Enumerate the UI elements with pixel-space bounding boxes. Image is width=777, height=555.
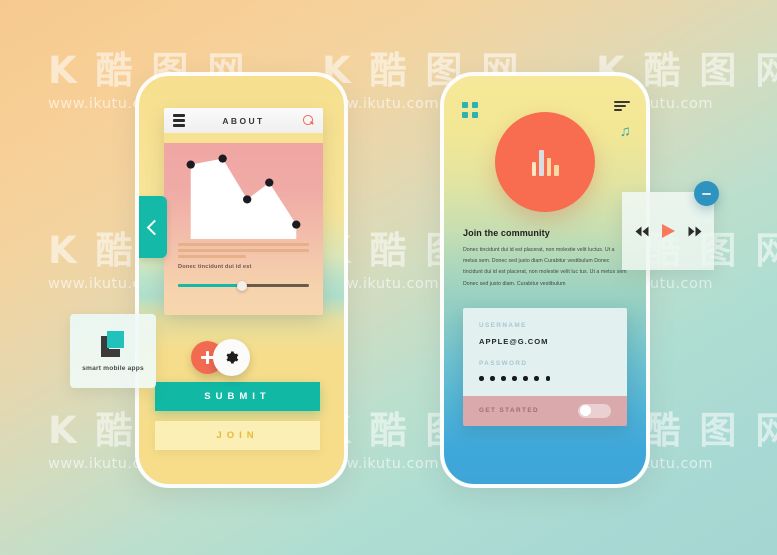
rewind-icon[interactable]: [635, 226, 649, 237]
fast-forward-icon[interactable]: [688, 226, 702, 237]
community-body: Donec tincidunt dui id est placerat, non…: [463, 247, 627, 287]
area-chart-points: [186, 154, 301, 229]
equalizer-icon: [531, 150, 559, 176]
progress-slider[interactable]: [178, 280, 309, 291]
get-started-label: GET STARTED: [479, 407, 540, 415]
phone-mockup-left: ABOUT Donec tincidunt dui id est SUBMIT …: [135, 72, 348, 488]
play-glyph: [661, 224, 675, 238]
card-caption: Donec tincidunt dui id est: [178, 263, 252, 270]
username-label: USERNAME: [479, 322, 527, 329]
side-drawer-tab[interactable]: [139, 196, 167, 258]
chevron-left-icon: [146, 219, 163, 235]
password-dot: [479, 376, 484, 381]
logo-mark-icon: [99, 330, 127, 357]
community-text-block: Join the community Donec tincidunt dui i…: [463, 228, 627, 290]
password-dot: [545, 376, 551, 381]
floating-action-row: [191, 339, 250, 376]
slider-knob[interactable]: [236, 280, 247, 291]
fast-forward-glyph: [688, 226, 701, 236]
hero-circle: [495, 112, 595, 212]
password-label: PASSWORD: [479, 360, 528, 367]
play-icon[interactable]: [661, 224, 675, 238]
brand-caption: smart mobile apps: [82, 364, 144, 372]
placeholder-text-lines: [178, 243, 309, 258]
slider-fill: [178, 284, 241, 288]
community-heading: Join the community: [463, 228, 550, 238]
area-chart: [176, 143, 311, 239]
plus-icon: [200, 350, 215, 365]
page-title: ABOUT: [222, 115, 265, 126]
password-input[interactable]: [479, 376, 611, 381]
get-started-toggle[interactable]: [578, 403, 611, 418]
phone-left-screen: ABOUT Donec tincidunt dui id est SUBMIT …: [139, 76, 344, 484]
toggle-knob: [579, 405, 591, 417]
minus-icon: [702, 192, 711, 195]
login-fields: USERNAME APPLE@G.COM PASSWORD: [463, 308, 627, 396]
submit-button[interactable]: SUBMIT: [155, 382, 320, 411]
password-dot: [512, 376, 517, 381]
list-icon[interactable]: [614, 101, 630, 114]
login-card: USERNAME APPLE@G.COM PASSWORD GET STARTE…: [463, 308, 627, 426]
about-app-bar: ABOUT: [164, 108, 323, 133]
minus-badge-button[interactable]: [694, 181, 719, 206]
password-dot: [534, 376, 540, 381]
gear-icon: [226, 351, 239, 364]
music-note-icon[interactable]: ♫: [620, 124, 631, 139]
settings-button[interactable]: [213, 339, 250, 376]
grid-icon[interactable]: [462, 102, 478, 118]
password-dot: [501, 376, 506, 381]
about-card-body: Donec tincidunt dui id est: [164, 143, 323, 315]
search-icon[interactable]: [303, 115, 315, 126]
canvas: K 酷 图 网 www.ikutu.com K 酷 图 网 www.ikutu.com…: [0, 0, 777, 555]
join-button[interactable]: JOIN: [155, 421, 320, 450]
phone-right-screen: ♫ Join the community Donec tincidunt dui…: [444, 76, 646, 484]
username-input[interactable]: APPLE@G.COM: [479, 337, 611, 346]
brand-logo-card: smart mobile apps: [70, 314, 156, 388]
get-started-row[interactable]: GET STARTED: [463, 395, 627, 426]
password-dot: [523, 376, 528, 381]
password-dot: [490, 376, 495, 381]
about-card: ABOUT Donec tincidunt dui id est: [164, 108, 323, 315]
phone-mockup-right: ♫ Join the community Donec tincidunt dui…: [440, 72, 650, 488]
rewind-glyph: [635, 226, 648, 236]
